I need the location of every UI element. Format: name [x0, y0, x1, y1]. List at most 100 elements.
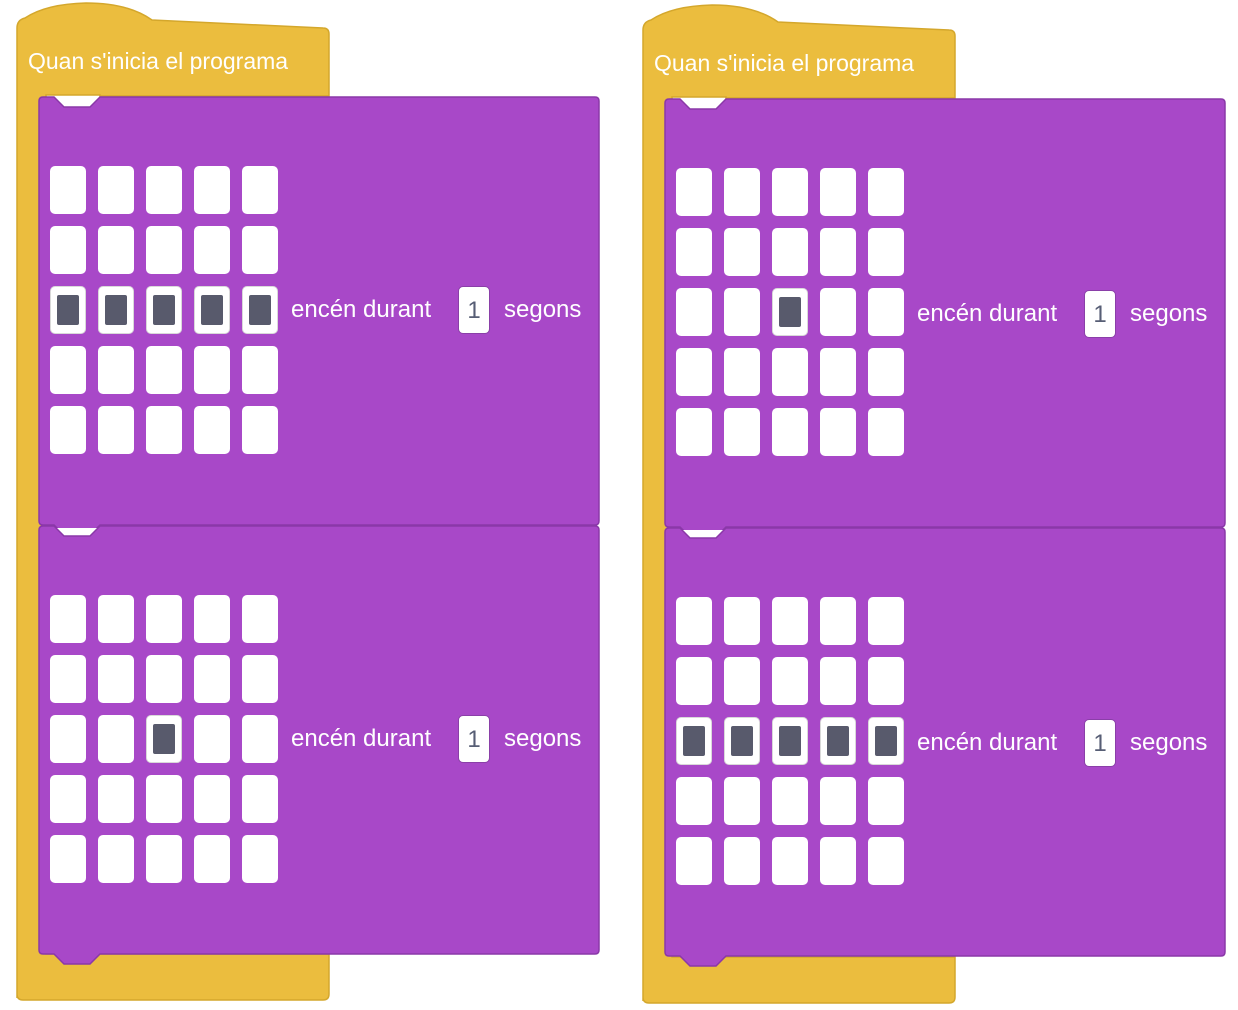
- led-cell[interactable]: [146, 346, 182, 394]
- led-cell[interactable]: [868, 597, 904, 645]
- led-cell[interactable]: [98, 286, 134, 334]
- led-cell[interactable]: [50, 835, 86, 883]
- duration-input[interactable]: 1: [1084, 719, 1116, 767]
- led-cell[interactable]: [868, 168, 904, 216]
- led-cell[interactable]: [146, 406, 182, 454]
- led-cell[interactable]: [772, 408, 808, 456]
- led-cell[interactable]: [772, 597, 808, 645]
- led-cell[interactable]: [242, 835, 278, 883]
- led-cell[interactable]: [50, 226, 86, 274]
- led-cell[interactable]: [724, 717, 760, 765]
- led-cell[interactable]: [820, 597, 856, 645]
- led-cell[interactable]: [98, 166, 134, 214]
- led-cell[interactable]: [820, 288, 856, 336]
- led-cell[interactable]: [50, 406, 86, 454]
- led-cell[interactable]: [868, 228, 904, 276]
- led-cell[interactable]: [194, 286, 230, 334]
- led-cell[interactable]: [146, 715, 182, 763]
- led-cell[interactable]: [724, 408, 760, 456]
- led-cell[interactable]: [724, 597, 760, 645]
- led-cell[interactable]: [724, 348, 760, 396]
- led-cell[interactable]: [50, 715, 86, 763]
- led-cell[interactable]: [146, 286, 182, 334]
- led-cell[interactable]: [98, 406, 134, 454]
- led-cell[interactable]: [820, 777, 856, 825]
- led-cell[interactable]: [772, 717, 808, 765]
- show-leds-block[interactable]: encén durant 1 segons: [664, 98, 1226, 530]
- duration-input[interactable]: 1: [1084, 290, 1116, 338]
- led-cell[interactable]: [868, 288, 904, 336]
- led-cell[interactable]: [50, 166, 86, 214]
- led-cell[interactable]: [772, 348, 808, 396]
- led-cell[interactable]: [194, 655, 230, 703]
- led-cell[interactable]: [820, 228, 856, 276]
- led-cell[interactable]: [724, 288, 760, 336]
- led-cell[interactable]: [242, 655, 278, 703]
- led-cell[interactable]: [820, 657, 856, 705]
- led-cell[interactable]: [676, 168, 712, 216]
- led-cell[interactable]: [676, 717, 712, 765]
- led-cell[interactable]: [772, 777, 808, 825]
- led-cell[interactable]: [194, 166, 230, 214]
- led-cell[interactable]: [242, 715, 278, 763]
- led-cell[interactable]: [98, 595, 134, 643]
- led-cell[interactable]: [868, 777, 904, 825]
- led-cell[interactable]: [676, 597, 712, 645]
- led-cell[interactable]: [98, 835, 134, 883]
- led-cell[interactable]: [242, 166, 278, 214]
- led-cell[interactable]: [868, 348, 904, 396]
- led-cell[interactable]: [194, 595, 230, 643]
- led-cell[interactable]: [98, 715, 134, 763]
- led-cell[interactable]: [676, 408, 712, 456]
- led-cell[interactable]: [242, 346, 278, 394]
- led-cell[interactable]: [772, 228, 808, 276]
- led-cell[interactable]: [772, 288, 808, 336]
- led-cell[interactable]: [146, 166, 182, 214]
- led-cell[interactable]: [194, 346, 230, 394]
- led-cell[interactable]: [242, 286, 278, 334]
- led-cell[interactable]: [194, 775, 230, 823]
- led-matrix[interactable]: [50, 166, 280, 456]
- led-cell[interactable]: [772, 837, 808, 885]
- led-cell[interactable]: [98, 655, 134, 703]
- led-cell[interactable]: [676, 228, 712, 276]
- led-matrix[interactable]: [676, 168, 906, 458]
- led-matrix[interactable]: [676, 597, 906, 887]
- led-cell[interactable]: [50, 655, 86, 703]
- led-cell[interactable]: [676, 837, 712, 885]
- led-cell[interactable]: [820, 717, 856, 765]
- led-cell[interactable]: [676, 657, 712, 705]
- led-cell[interactable]: [820, 348, 856, 396]
- led-cell[interactable]: [724, 777, 760, 825]
- led-cell[interactable]: [676, 348, 712, 396]
- led-cell[interactable]: [50, 286, 86, 334]
- led-cell[interactable]: [868, 657, 904, 705]
- show-leds-block[interactable]: encén durant 1 segons: [38, 96, 600, 528]
- led-cell[interactable]: [146, 835, 182, 883]
- led-cell[interactable]: [676, 777, 712, 825]
- led-cell[interactable]: [242, 226, 278, 274]
- led-cell[interactable]: [772, 657, 808, 705]
- led-cell[interactable]: [50, 595, 86, 643]
- led-cell[interactable]: [194, 835, 230, 883]
- led-cell[interactable]: [868, 837, 904, 885]
- duration-input[interactable]: 1: [458, 286, 490, 334]
- led-cell[interactable]: [50, 775, 86, 823]
- led-cell[interactable]: [194, 406, 230, 454]
- duration-input[interactable]: 1: [458, 715, 490, 763]
- led-cell[interactable]: [50, 346, 86, 394]
- led-cell[interactable]: [820, 168, 856, 216]
- led-cell[interactable]: [724, 837, 760, 885]
- led-cell[interactable]: [98, 775, 134, 823]
- script-stack-right[interactable]: Quan s'inicia el programa encén durant 1…: [642, 0, 1238, 1010]
- led-cell[interactable]: [242, 595, 278, 643]
- led-cell[interactable]: [146, 655, 182, 703]
- led-cell[interactable]: [772, 168, 808, 216]
- led-cell[interactable]: [98, 226, 134, 274]
- led-cell[interactable]: [194, 715, 230, 763]
- led-cell[interactable]: [820, 408, 856, 456]
- led-cell[interactable]: [98, 346, 134, 394]
- script-stack-left[interactable]: Quan s'inicia el programa encén durant 1…: [16, 0, 616, 1010]
- led-cell[interactable]: [146, 775, 182, 823]
- led-cell[interactable]: [724, 228, 760, 276]
